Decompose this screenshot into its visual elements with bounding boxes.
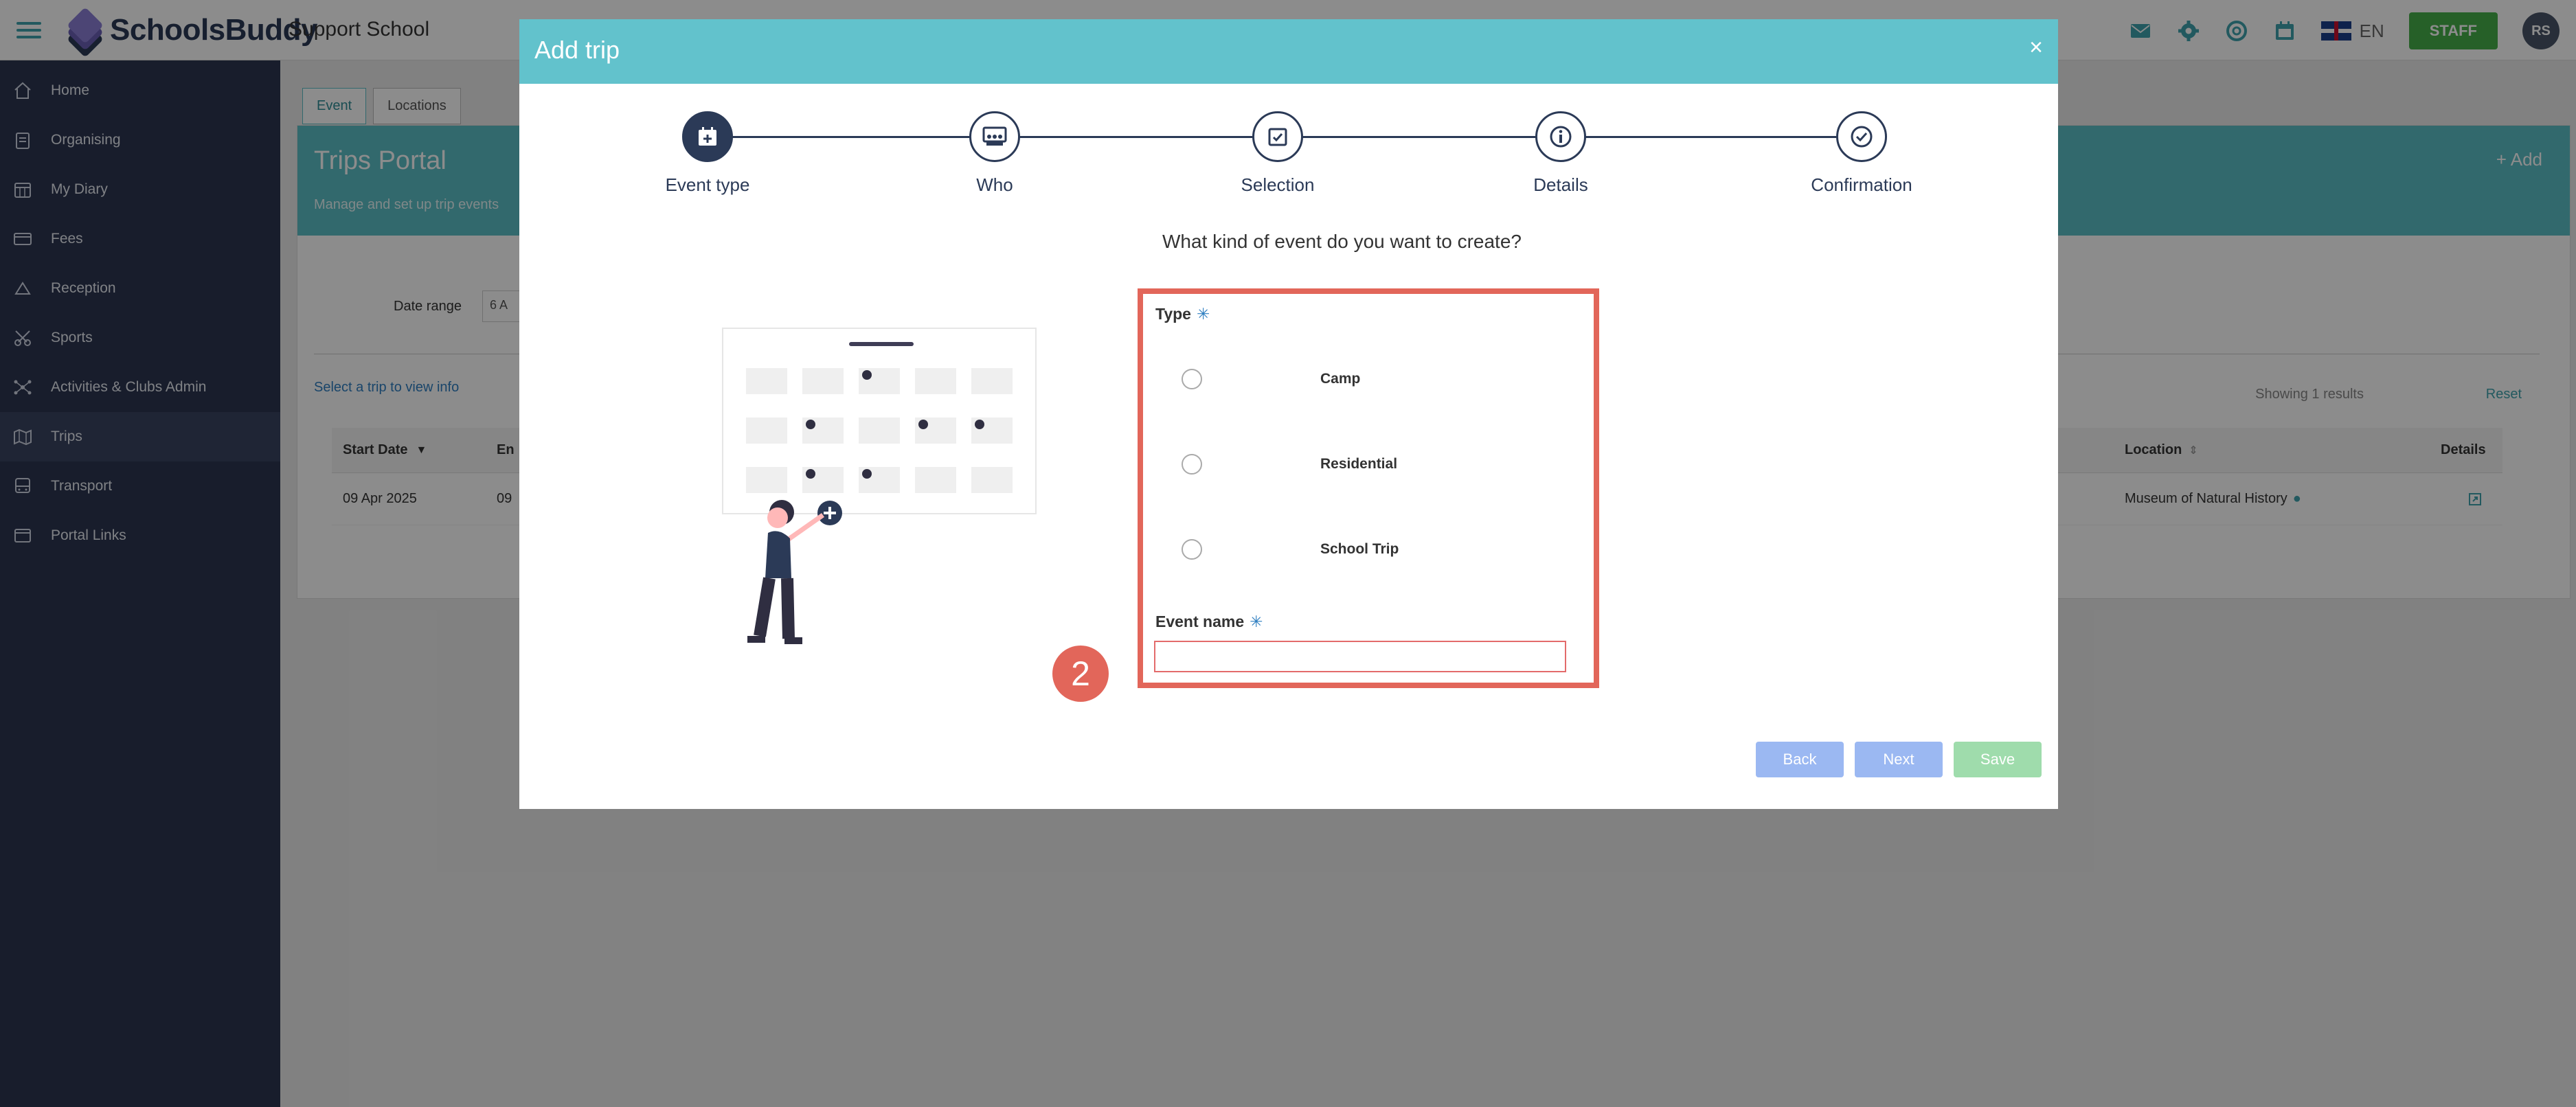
required-icon: ✳: [1196, 305, 1210, 323]
calendar-illustration: [629, 301, 1041, 658]
step-label: Details: [1533, 174, 1588, 195]
type-label: Type ✳: [1155, 305, 1210, 323]
option-school-trip[interactable]: School Trip: [1182, 536, 1399, 563]
option-label: School Trip: [1320, 541, 1399, 557]
event-name-input[interactable]: [1154, 641, 1566, 672]
step-selection[interactable]: Selection: [1188, 111, 1367, 196]
event-name-label: Event name ✳: [1155, 613, 1263, 631]
radio-camp[interactable]: [1182, 369, 1202, 389]
radio-school-trip[interactable]: [1182, 539, 1202, 560]
radio-residential[interactable]: [1182, 454, 1202, 475]
step-label: Event type: [665, 174, 750, 195]
close-icon[interactable]: ×: [2029, 34, 2043, 61]
step-confirmation[interactable]: Confirmation: [1772, 111, 1951, 196]
step-label: Who: [976, 174, 1013, 195]
option-label: Camp: [1320, 371, 1361, 387]
group-icon: [969, 111, 1020, 162]
event-name-label-text: Event name: [1155, 613, 1245, 630]
event-type-form: Type ✳ Camp Residential School Trip Event…: [1138, 288, 1599, 688]
required-icon: ✳: [1250, 613, 1263, 630]
step-who[interactable]: Who: [905, 111, 1084, 196]
check-circle-icon: [1836, 111, 1887, 162]
calendar-check-icon: [1252, 111, 1303, 162]
option-residential[interactable]: Residential: [1182, 450, 1397, 478]
type-label-text: Type: [1155, 305, 1191, 323]
next-button[interactable]: Next: [1855, 742, 1943, 777]
add-trip-modal: Add trip × Event type Who Selection Deta…: [519, 19, 2058, 809]
option-camp[interactable]: Camp: [1182, 365, 1360, 393]
info-icon: [1535, 111, 1586, 162]
step-label: Confirmation: [1811, 174, 1912, 195]
back-button[interactable]: Back: [1756, 742, 1844, 777]
step-number-badge: 2: [1052, 646, 1109, 702]
step-details[interactable]: Details: [1471, 111, 1650, 196]
step-event-type[interactable]: Event type: [618, 111, 797, 196]
modal-title: Add trip: [534, 36, 620, 64]
step-label: Selection: [1241, 174, 1315, 195]
modal-header: Add trip ×: [519, 19, 2058, 84]
calendar-add-icon: [682, 111, 733, 162]
event-type-question: What kind of event do you want to create…: [1162, 231, 1522, 252]
option-label: Residential: [1320, 456, 1398, 472]
save-button[interactable]: Save: [1954, 742, 2042, 777]
